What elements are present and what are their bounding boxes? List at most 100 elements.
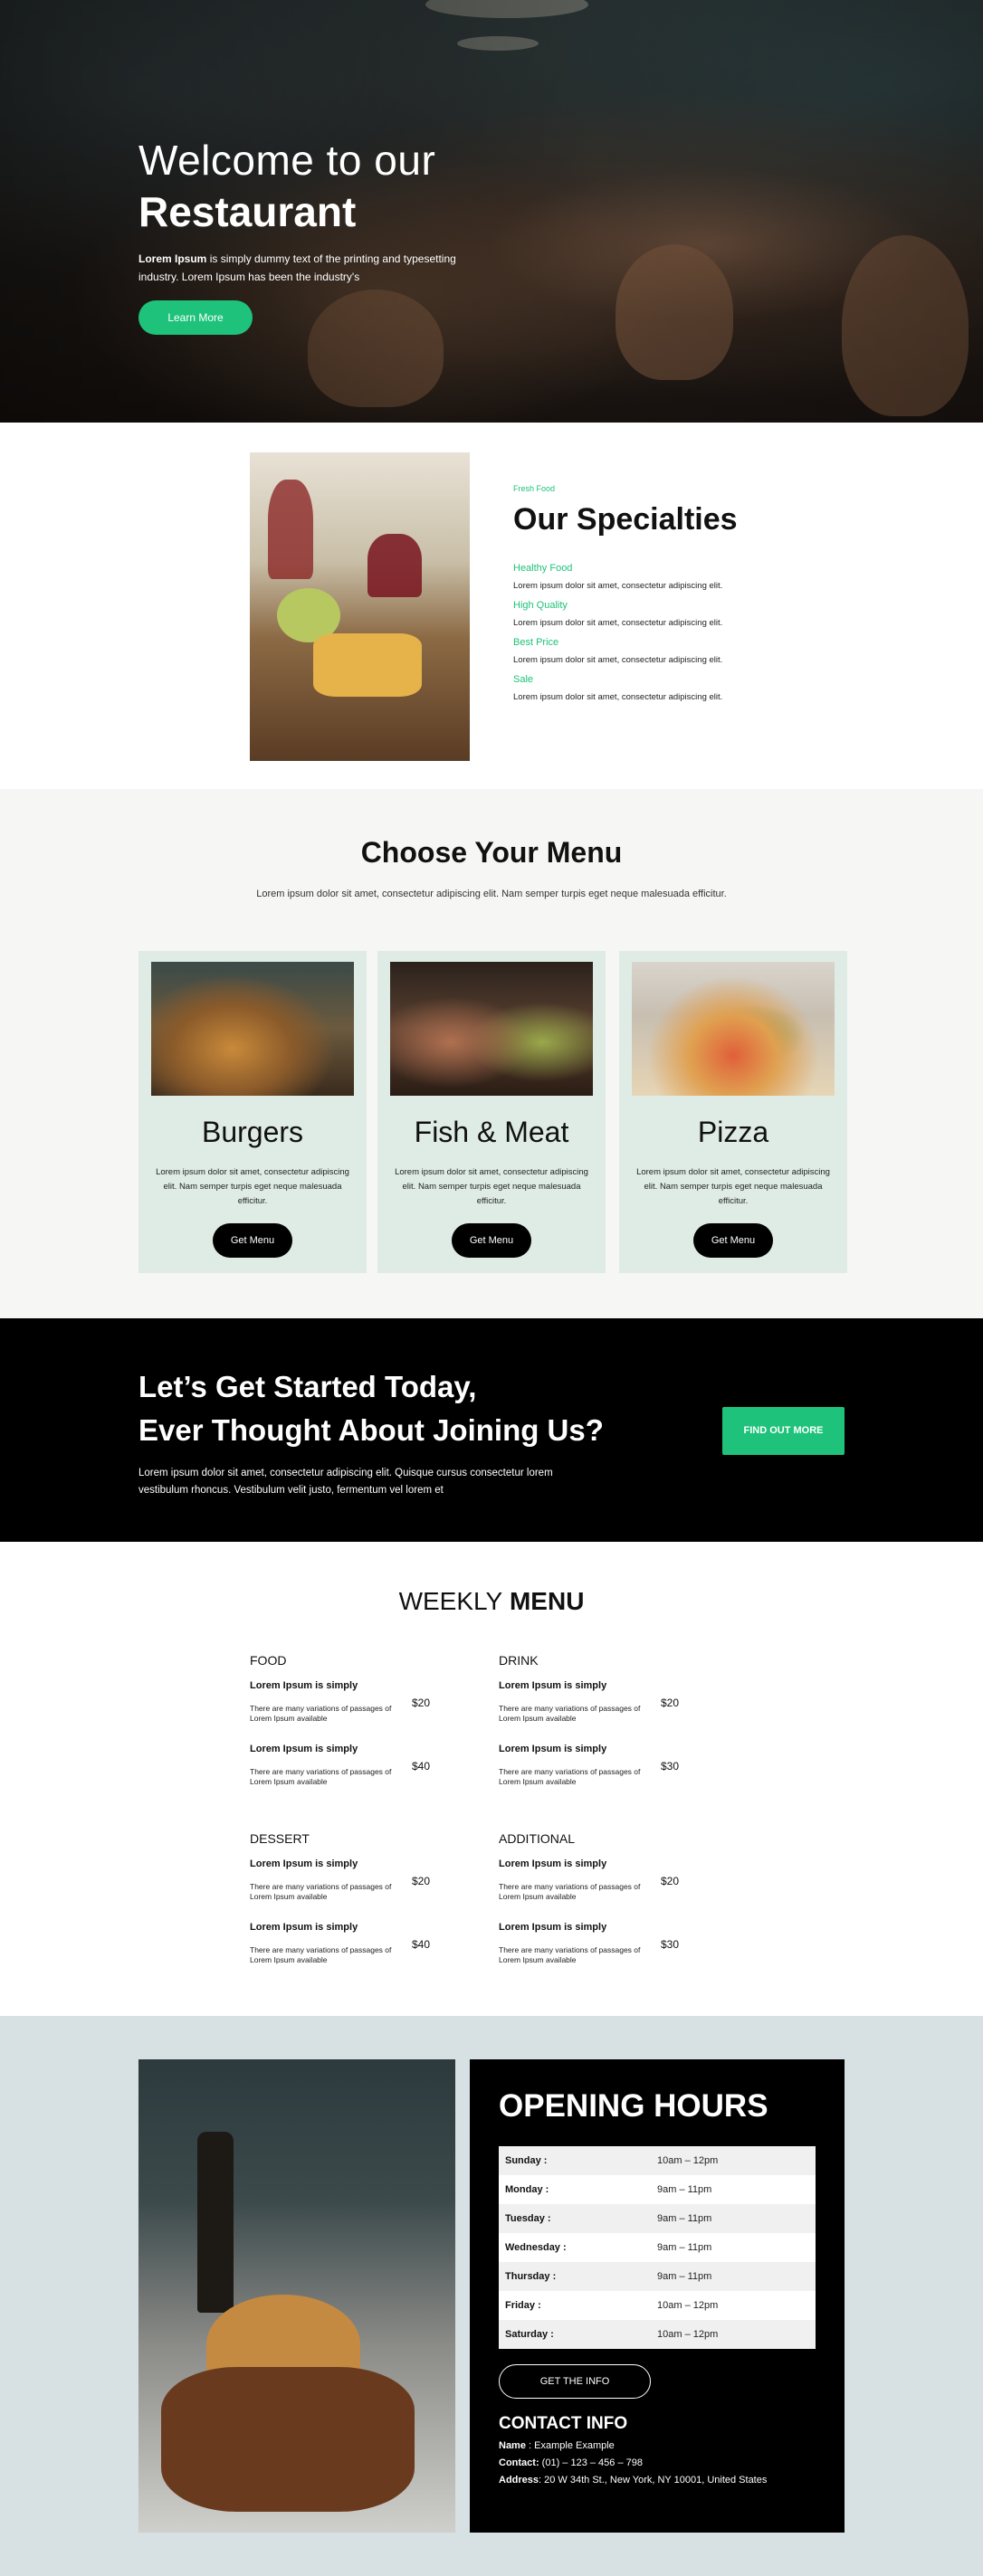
menu-item-name: Lorem Ipsum is simply: [250, 1744, 358, 1754]
contact-phone-label: Contact:: [499, 2457, 539, 2468]
fries-shape: [161, 2367, 415, 2512]
contact-address-value: : 20 W 34th St., New York, NY 10001, Uni…: [539, 2475, 768, 2486]
choose-menu-section: Choose Your Menu Lorem ipsum dolor sit a…: [0, 789, 983, 1318]
menu-column-drink: DRINK Lorem Ipsum is simply There are ma…: [499, 1653, 689, 1794]
contact-address-line: Address: 20 W 34th St., New York, NY 100…: [499, 2472, 767, 2489]
menu-card-desc: Lorem ipsum dolor sit amet, consectetur …: [395, 1167, 588, 1206]
burger-basket-image: [138, 2059, 455, 2533]
bottle-shape: [197, 2132, 234, 2313]
specialty-text: Lorem ipsum dolor sit amet, consectetur …: [513, 655, 723, 665]
hours-panel: OPENING HOURS Sunday : 10am – 12pm Monday…: [470, 2059, 845, 2533]
menu-item-price: $40: [412, 1760, 431, 1773]
menu-item-desc: There are many variations of passages of…: [250, 1704, 392, 1723]
contact-name-label: Name: [499, 2440, 526, 2451]
hours-row: Wednesday : 9am – 11pm: [499, 2233, 816, 2262]
wine-decanter: [268, 480, 313, 579]
choose-menu-title: Choose Your Menu: [360, 836, 623, 869]
find-out-more-button[interactable]: FIND OUT MORE: [722, 1407, 845, 1455]
menu-item-name: Lorem Ipsum is simply: [250, 1922, 358, 1933]
menu-item: Lorem Ipsum is simply There are many var…: [499, 1858, 689, 1909]
menu-item-price: $20: [661, 1875, 680, 1887]
hero-content: Welcome to our Restaurant Lorem Ipsum is…: [138, 134, 464, 335]
hours-time: 10am – 12pm: [657, 2300, 719, 2311]
menu-item-name: Lorem Ipsum is simply: [499, 1922, 607, 1933]
menu-item-price: $30: [661, 1760, 680, 1773]
hero-text-bold: Lorem Ipsum: [138, 252, 207, 265]
contact-info-title: CONTACT INFO: [499, 2414, 628, 2433]
menu-item-desc: There are many variations of passages of…: [250, 1767, 392, 1786]
specialty-heading: High Quality: [513, 600, 568, 611]
specialty-heading: Sale: [513, 674, 534, 685]
menu-column-heading: DRINK: [499, 1653, 539, 1668]
specialties-text: Fresh Food Our Specialties Healthy Food …: [513, 484, 749, 702]
weekly-menu-title: WEEKLY MENU: [0, 1587, 983, 1616]
specialty-text: Lorem ipsum dolor sit amet, consectetur …: [513, 581, 723, 591]
learn-more-button[interactable]: Learn More: [138, 300, 253, 335]
hours-day: Monday :: [505, 2184, 549, 2195]
menu-card-title: Fish & Meat: [414, 1116, 569, 1148]
contact-info: Name : Example Example Contact: (01) – 1…: [499, 2438, 767, 2489]
contact-phone-line: Contact: (01) – 123 – 456 – 798: [499, 2455, 767, 2472]
specialty-item: High Quality Lorem ipsum dolor sit amet,…: [513, 600, 749, 628]
hero-text: Lorem Ipsum is simply dummy text of the …: [138, 250, 464, 286]
hours-row: Thursday : 9am – 11pm: [499, 2262, 816, 2291]
specialty-text: Lorem ipsum dolor sit amet, consectetur …: [513, 692, 723, 702]
cta-text: Lorem ipsum dolor sit amet, consectetur …: [138, 1468, 553, 1496]
specialty-item: Sale Lorem ipsum dolor sit amet, consect…: [513, 674, 749, 702]
menu-item-name: Lorem Ipsum is simply: [250, 1680, 358, 1691]
hours-day: Thursday :: [505, 2271, 557, 2282]
weekly-title-light: WEEKLY: [398, 1587, 503, 1615]
hours-time: 9am – 11pm: [657, 2271, 712, 2282]
specialty-heading: Healthy Food: [513, 563, 573, 574]
contact-phone-value: (01) – 123 – 456 – 798: [539, 2457, 643, 2468]
hours-day: Saturday :: [505, 2329, 554, 2340]
burger-image: [151, 962, 354, 1096]
menu-item: Lorem Ipsum is simply There are many var…: [499, 1922, 689, 1972]
ceiling-lamp: [425, 0, 588, 18]
menu-item-desc: There are many variations of passages of…: [499, 1767, 641, 1786]
ceiling-lamp: [457, 36, 539, 51]
menu-column-heading: DESSERT: [250, 1831, 310, 1846]
menu-item: Lorem Ipsum is simply There are many var…: [250, 1858, 440, 1909]
menu-item: Lorem Ipsum is simply There are many var…: [250, 1922, 440, 1972]
menu-item-desc: There are many variations of passages of…: [250, 1882, 392, 1901]
weekly-title-bold: MENU: [509, 1587, 585, 1615]
wine-glass: [367, 534, 422, 597]
hours-time: 9am – 11pm: [657, 2213, 712, 2224]
hours-time: 9am – 11pm: [657, 2184, 712, 2195]
menu-card-title: Pizza: [697, 1116, 769, 1148]
cta-title-line1: Let’s Get Started Today,: [138, 1370, 477, 1403]
menu-item: Lorem Ipsum is simply There are many var…: [499, 1744, 689, 1794]
get-menu-button[interactable]: Get Menu: [693, 1223, 773, 1258]
menu-item: Lorem Ipsum is simply There are many var…: [499, 1680, 689, 1731]
choose-menu-subtitle: Lorem ipsum dolor sit amet, consectetur …: [256, 889, 727, 899]
contact-address-label: Address: [499, 2475, 539, 2486]
specialties-section: Fresh Food Our Specialties Healthy Food …: [0, 423, 983, 789]
menu-column-additional: ADDITIONAL Lorem Ipsum is simply There a…: [499, 1831, 689, 1972]
menu-card-burgers: Burgers Lorem ipsum dolor sit amet, cons…: [138, 951, 367, 1273]
contact-name-value: : Example Example: [525, 2440, 615, 2451]
menu-item-desc: There are many variations of passages of…: [250, 1945, 392, 1964]
menu-card-pizza: Pizza Lorem ipsum dolor sit amet, consec…: [619, 951, 847, 1273]
hours-row: Saturday : 10am – 12pm: [499, 2320, 816, 2349]
menu-column-heading: FOOD: [250, 1653, 287, 1668]
hours-time: 9am – 11pm: [657, 2242, 712, 2253]
hours-row: Friday : 10am – 12pm: [499, 2291, 816, 2320]
menu-item: Lorem Ipsum is simply There are many var…: [250, 1680, 440, 1731]
menu-item-desc: There are many variations of passages of…: [499, 1704, 641, 1723]
specialties-title: Our Specialties: [513, 502, 738, 537]
get-menu-button[interactable]: Get Menu: [452, 1223, 531, 1258]
pizza-image: [632, 962, 835, 1096]
fish-meat-image: [390, 962, 593, 1096]
get-the-info-button[interactable]: GET THE INFO: [499, 2364, 651, 2399]
hours-day: Wednesday :: [505, 2242, 567, 2253]
menu-column-food: FOOD Lorem Ipsum is simply There are man…: [250, 1653, 440, 1794]
menu-column-heading: ADDITIONAL: [499, 1831, 576, 1846]
menu-item-price: $20: [412, 1875, 431, 1887]
get-menu-button[interactable]: Get Menu: [213, 1223, 292, 1258]
hero-section: Welcome to our Restaurant Lorem Ipsum is…: [0, 0, 983, 423]
specialty-item: Healthy Food Lorem ipsum dolor sit amet,…: [513, 563, 749, 591]
hours-day: Friday :: [505, 2300, 541, 2311]
hours-day: Tuesday :: [505, 2213, 551, 2224]
cheese-wine-image: [250, 452, 470, 761]
